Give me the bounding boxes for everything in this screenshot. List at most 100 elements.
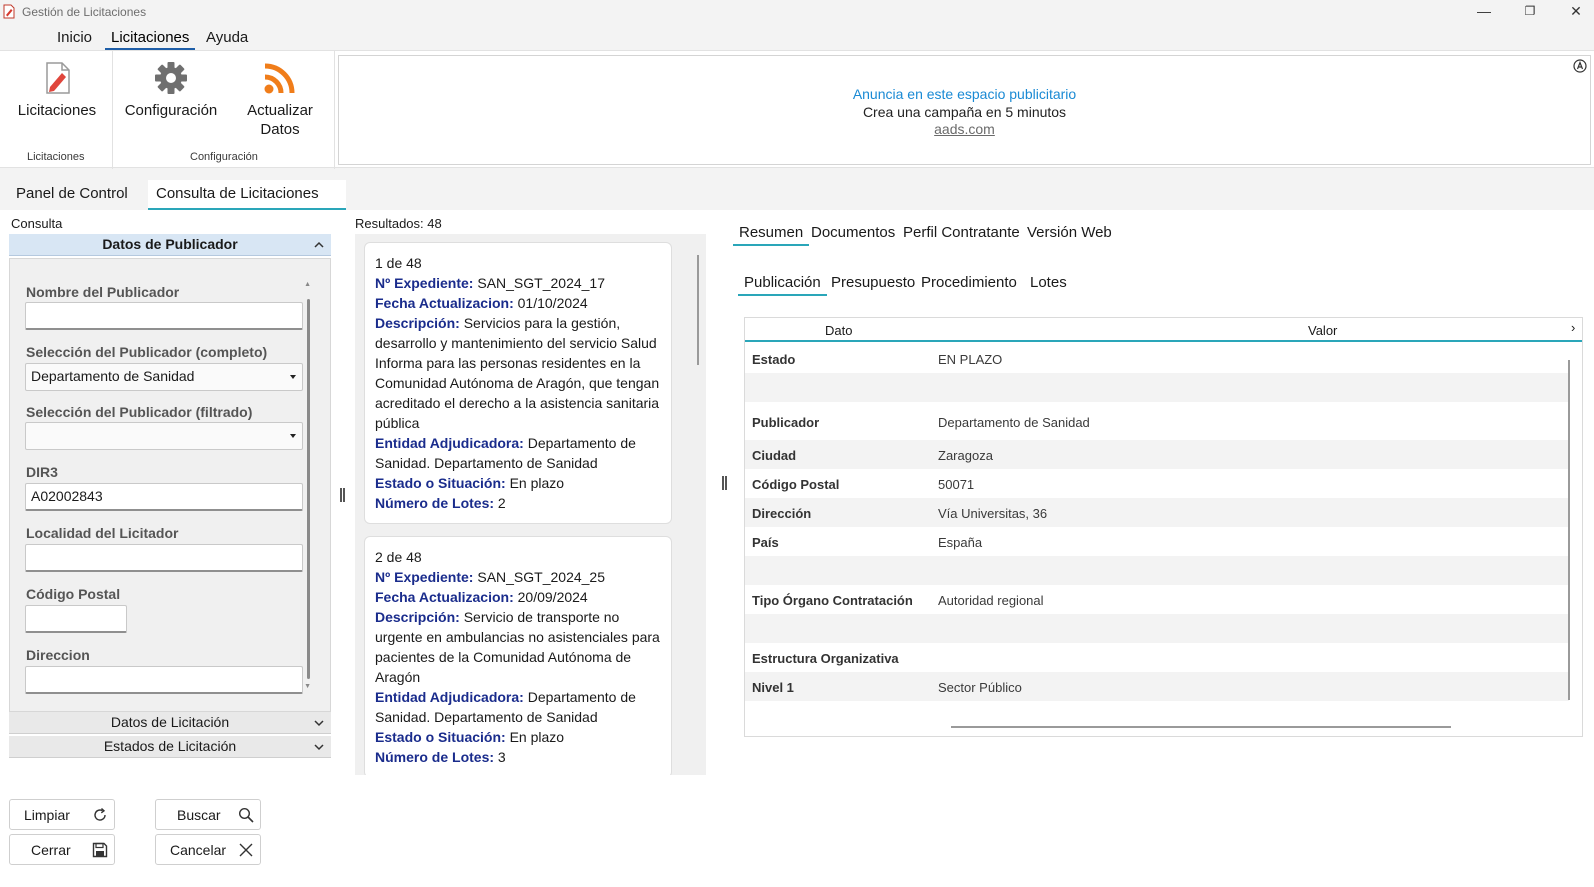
accordion-datos-de-publicador[interactable]: Datos de Publicador bbox=[9, 234, 331, 256]
document-edit-icon bbox=[46, 62, 70, 94]
result-card[interactable]: 1 de 48 Nº Expediente: SAN_SGT_2024_17 F… bbox=[364, 242, 672, 524]
maximize-button[interactable]: ❐ bbox=[1507, 0, 1553, 24]
direccion-input[interactable] bbox=[25, 666, 303, 694]
table-row: Ciudad Zaragoza bbox=[745, 440, 1569, 469]
direccion-label: Direccion bbox=[26, 647, 90, 663]
fecha-value: 20/09/2024 bbox=[517, 589, 588, 605]
grid-horizontal-scrollbar[interactable] bbox=[951, 726, 1451, 728]
left-splitter-handle[interactable] bbox=[340, 488, 345, 502]
result-expediente: Nº Expediente: SAN_SGT_2024_17 bbox=[375, 273, 661, 293]
result-card[interactable]: 2 de 48 Nº Expediente: SAN_SGT_2024_25 F… bbox=[364, 536, 672, 775]
table-row bbox=[745, 614, 1569, 643]
row-value: Autoridad regional bbox=[938, 593, 1044, 608]
col-valor-header[interactable]: Valor bbox=[1308, 323, 1337, 338]
row-value: 50071 bbox=[938, 477, 975, 492]
row-value: EN PLAZO bbox=[938, 352, 1003, 367]
estado-label: Estado o Situación: bbox=[375, 729, 506, 745]
actualizar-datos-ribbon-button[interactable]: Actualizar Datos bbox=[240, 57, 320, 139]
seleccion-filtrado-select[interactable] bbox=[25, 422, 303, 450]
grid-vertical-scrollbar[interactable] bbox=[1568, 360, 1570, 700]
ad-banner[interactable]: Anuncia en este espacio publicitario Cre… bbox=[338, 55, 1591, 165]
result-index: 2 de 48 bbox=[375, 549, 422, 565]
fecha-value: 01/10/2024 bbox=[517, 295, 588, 311]
nombre-publicador-input[interactable] bbox=[25, 302, 303, 330]
chevron-right-icon[interactable]: › bbox=[1571, 320, 1575, 335]
ad-info-icon[interactable] bbox=[1573, 59, 1587, 73]
scroll-down-arrow-icon[interactable]: ▼ bbox=[304, 683, 311, 690]
table-row: Estructura Organizativa bbox=[745, 643, 1569, 672]
licitaciones-ribbon-label: Licitaciones bbox=[17, 102, 97, 119]
detail-grid: Dato Valor › Estado EN PLAZO Publicador De… bbox=[744, 317, 1583, 737]
result-entidad: Entidad Adjudicadora: Departamento de Sa… bbox=[375, 687, 661, 727]
tab-version-web[interactable]: Versión Web bbox=[1021, 222, 1118, 246]
configuracion-ribbon-label: Configuración bbox=[124, 102, 218, 119]
expediente-label: Nº Expediente: bbox=[375, 275, 474, 291]
result-lotes: Número de Lotes: 3 bbox=[375, 747, 661, 767]
fecha-label: Fecha Actualizacion: bbox=[375, 589, 514, 605]
cerrar-button[interactable]: Cerrar bbox=[9, 834, 115, 865]
close-button[interactable]: ✕ bbox=[1553, 0, 1594, 24]
window-title: Gestión de Licitaciones bbox=[22, 5, 147, 19]
tab-perfil-contratante[interactable]: Perfil Contratante bbox=[897, 222, 1026, 246]
chevron-up-icon bbox=[314, 241, 324, 248]
result-descripcion: Descripción: Servicios para la gestión, … bbox=[375, 313, 661, 433]
localidad-input[interactable] bbox=[25, 544, 303, 572]
estado-value: En plazo bbox=[509, 475, 565, 491]
estado-label: Estado o Situación: bbox=[375, 475, 506, 491]
descripcion-label: Descripción: bbox=[375, 609, 460, 625]
grid-header: Dato Valor › bbox=[745, 318, 1582, 342]
row-key: Código Postal bbox=[752, 477, 840, 492]
subtab-publicacion[interactable]: Publicación bbox=[738, 272, 827, 296]
cancelar-label: Cancelar bbox=[170, 842, 227, 858]
limpiar-button[interactable]: Limpiar bbox=[9, 799, 115, 830]
form-scrollbar[interactable] bbox=[307, 299, 310, 679]
localidad-label: Localidad del Licitador bbox=[26, 525, 179, 541]
consulta-label: Consulta bbox=[11, 216, 63, 231]
subtab-presupuesto[interactable]: Presupuesto bbox=[825, 272, 921, 296]
actualizar-ribbon-label-2: Datos bbox=[260, 121, 300, 138]
subtab-lotes[interactable]: Lotes bbox=[1024, 272, 1073, 296]
dir3-input[interactable]: A02002843 bbox=[25, 483, 303, 511]
results-scrollbar[interactable] bbox=[697, 255, 699, 365]
seleccion-filtrado-label: Selección del Publicador (filtrado) bbox=[26, 404, 253, 420]
content-area: Consulta Datos de Publicador Nombre del … bbox=[0, 210, 1594, 887]
tab-consulta-de-licitaciones[interactable]: Consulta de Licitaciones bbox=[148, 180, 346, 210]
result-lotes: Número de Lotes: 2 bbox=[375, 493, 661, 513]
right-splitter-handle[interactable] bbox=[722, 476, 727, 490]
col-dato-header[interactable]: Dato bbox=[825, 323, 852, 338]
menu-licitaciones[interactable]: Licitaciones bbox=[105, 28, 196, 50]
results-list: 1 de 48 Nº Expediente: SAN_SGT_2024_17 F… bbox=[355, 234, 706, 775]
seleccion-completo-select[interactable]: Departamento de Sanidad bbox=[25, 363, 303, 391]
configuracion-ribbon-button[interactable]: Configuración bbox=[120, 57, 222, 120]
lotes-label: Número de Lotes: bbox=[375, 749, 495, 765]
accordion-datos-de-licitacion[interactable]: Datos de Licitación bbox=[9, 712, 331, 734]
tab-resumen[interactable]: Resumen bbox=[733, 222, 810, 246]
subtab-procedimiento[interactable]: Procedimiento bbox=[915, 272, 1023, 296]
table-row: Tipo Órgano Contratación Autoridad region… bbox=[745, 585, 1569, 614]
chevron-down-icon bbox=[290, 434, 296, 438]
ribbon-group-licitaciones: Licitaciones bbox=[27, 151, 85, 163]
cancelar-button[interactable]: Cancelar bbox=[155, 834, 261, 865]
ad-link[interactable]: aads.com bbox=[339, 121, 1590, 137]
chevron-down-icon bbox=[314, 744, 324, 751]
minimize-button[interactable]: — bbox=[1461, 0, 1507, 24]
gear-icon bbox=[155, 62, 187, 94]
codigo-postal-input[interactable] bbox=[25, 605, 127, 633]
tab-documentos[interactable]: Documentos bbox=[805, 222, 901, 246]
entidad-label: Entidad Adjudicadora: bbox=[375, 435, 524, 451]
buscar-button[interactable]: Buscar bbox=[155, 799, 261, 830]
row-key: Estructura Organizativa bbox=[752, 651, 899, 666]
tab-panel-de-control[interactable]: Panel de Control bbox=[8, 180, 136, 210]
row-key: Ciudad bbox=[752, 448, 797, 463]
menu-ayuda[interactable]: Ayuda bbox=[200, 28, 254, 50]
entidad-label: Entidad Adjudicadora: bbox=[375, 689, 524, 705]
accordion-estados-label: Estados de Licitación bbox=[103, 738, 237, 754]
table-row: Estado EN PLAZO bbox=[745, 344, 1569, 373]
menu-inicio[interactable]: Inicio bbox=[51, 28, 98, 50]
licitaciones-ribbon-button[interactable]: Licitaciones bbox=[14, 57, 100, 120]
accordion-estados-de-licitacion[interactable]: Estados de Licitación bbox=[9, 736, 331, 758]
result-fecha: Fecha Actualizacion: 01/10/2024 bbox=[375, 293, 661, 313]
table-row: Código Postal 50071 bbox=[745, 469, 1569, 498]
scroll-up-arrow-icon[interactable]: ▲ bbox=[304, 281, 311, 288]
row-value: España bbox=[938, 535, 983, 550]
